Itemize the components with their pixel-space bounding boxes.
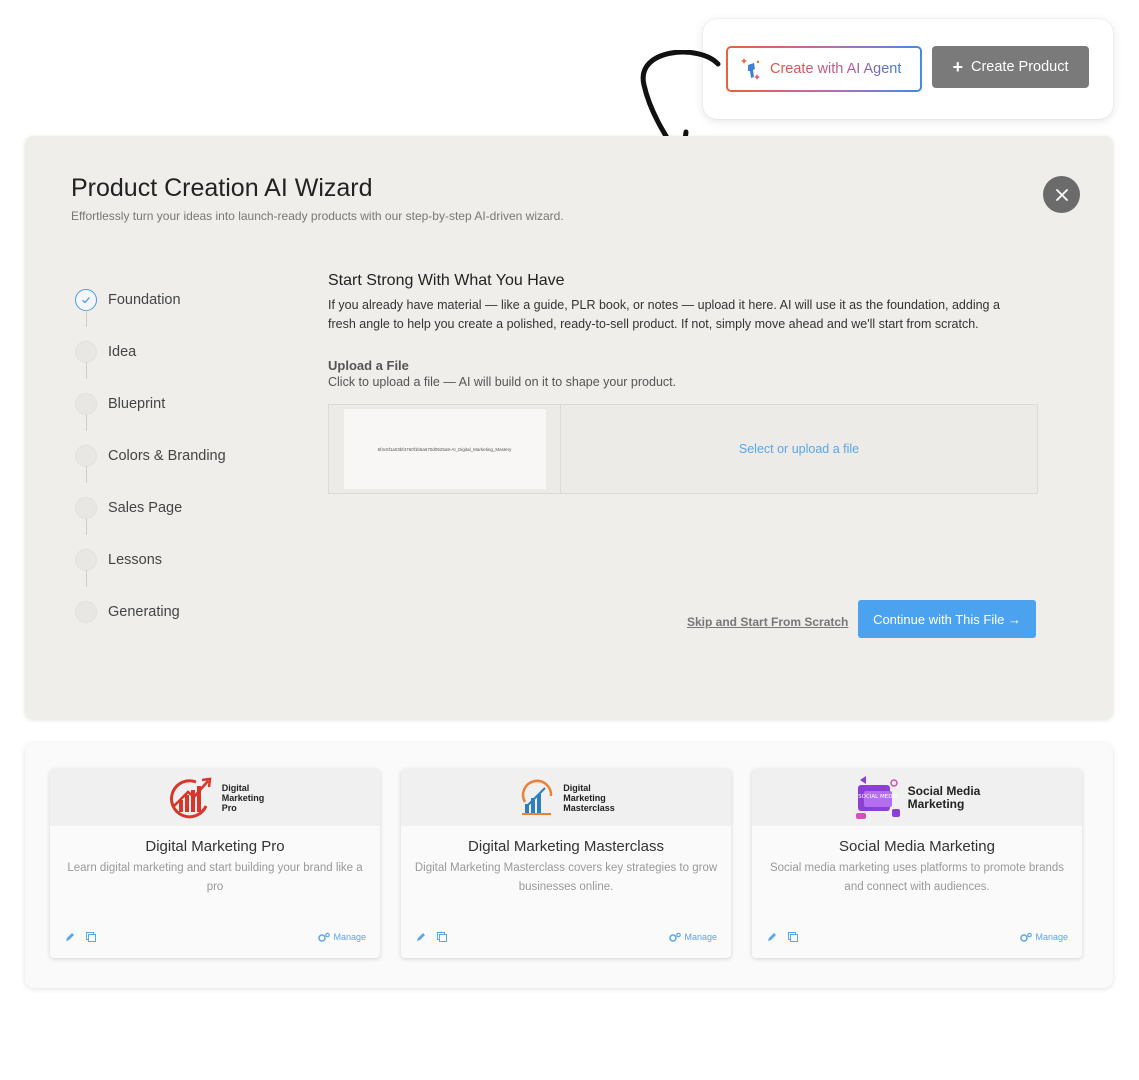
product-banner: SOCIAL MEDIA Social Media Marketing xyxy=(752,769,1082,826)
product-title: Digital Marketing Masterclass xyxy=(468,838,664,855)
product-card-digital-marketing-pro[interactable]: Digital Marketing Pro Digital Marketing … xyxy=(50,769,380,958)
step-label: Foundation xyxy=(108,292,181,308)
product-creation-wizard-modal: Product Creation AI Wizard Effortlessly … xyxy=(25,136,1113,719)
gears-icon xyxy=(318,932,331,942)
top-actions-panel: Create with AI Agent + Create Product xyxy=(703,19,1113,119)
svg-text:SOCIAL MEDIA: SOCIAL MEDIA xyxy=(858,794,898,800)
edit-pencil-icon[interactable] xyxy=(415,931,428,944)
product-title: Digital Marketing Pro xyxy=(145,838,285,855)
product-card-footer: Manage xyxy=(766,930,1068,944)
step-idea[interactable]: Idea xyxy=(75,326,226,379)
edit-pencil-icon[interactable] xyxy=(64,931,77,944)
step-colors-branding[interactable]: Colors & Branding xyxy=(75,430,226,483)
step-connector xyxy=(85,570,87,587)
step-generating[interactable]: Generating xyxy=(75,586,226,638)
step-label: Lessons xyxy=(108,552,163,568)
wizard-step-content: Start Strong With What You Have If you a… xyxy=(328,272,1038,494)
step-connector xyxy=(85,310,87,327)
product-banner: Digital Marketing Masterclass xyxy=(401,769,731,826)
step-circle-icon xyxy=(75,497,97,519)
create-with-ai-agent-button[interactable]: Create with AI Agent xyxy=(726,46,922,92)
social-media-marketing-logo-icon: SOCIAL MEDIA xyxy=(855,775,900,819)
duplicate-icon[interactable] xyxy=(85,931,98,944)
file-upload-dropzone[interactable]: 5f4c6f1a03bf4760f1b6a670d0525a9-AI_Digit… xyxy=(328,404,1038,494)
gears-icon xyxy=(669,932,682,942)
edit-pencil-icon[interactable] xyxy=(766,931,779,944)
skip-and-start-from-scratch-link[interactable]: Skip and Start From Scratch xyxy=(687,615,848,629)
digital-marketing-masterclass-logo-icon xyxy=(522,779,553,815)
step-circle-icon xyxy=(75,601,97,623)
step-sales-page[interactable]: Sales Page xyxy=(75,482,226,535)
select-or-upload-file-link[interactable]: Select or upload a file xyxy=(561,405,1037,493)
gears-icon xyxy=(1020,932,1033,942)
product-description: Learn digital marketing and start buildi… xyxy=(67,862,363,893)
wizard-title: Product Creation AI Wizard xyxy=(71,174,373,202)
file-preview: 5f4c6f1a03bf4760f1b6a670d0525a9-AI_Digit… xyxy=(329,405,561,493)
manage-button[interactable]: Manage xyxy=(318,932,366,942)
step-label: Idea xyxy=(108,344,137,360)
upload-section-title: Upload a File xyxy=(328,358,409,373)
product-title: Social Media Marketing xyxy=(839,838,995,855)
step-connector xyxy=(85,518,87,535)
product-card-social-media-marketing[interactable]: SOCIAL MEDIA Social Media Marketing Soci… xyxy=(752,769,1082,958)
step-circle-icon xyxy=(75,445,97,467)
product-banner: Digital Marketing Pro xyxy=(50,769,380,826)
step-label: Sales Page xyxy=(108,500,183,516)
close-icon xyxy=(1055,188,1068,201)
close-wizard-button[interactable] xyxy=(1043,176,1080,213)
upload-section-subtitle: Click to upload a file — AI will build o… xyxy=(328,375,677,389)
step-lessons[interactable]: Lessons xyxy=(75,534,226,587)
product-card-footer: Manage xyxy=(64,930,366,944)
manage-button[interactable]: Manage xyxy=(669,932,717,942)
step-connector xyxy=(85,362,87,379)
manage-label: Manage xyxy=(333,932,366,942)
step-label: Generating xyxy=(108,604,180,620)
product-card-digital-marketing-masterclass[interactable]: Digital Marketing Masterclass Digital Ma… xyxy=(401,769,731,958)
step-content-title: Start Strong With What You Have xyxy=(328,272,565,289)
step-circle-icon xyxy=(75,341,97,363)
step-connector xyxy=(85,466,87,483)
step-label: Blueprint xyxy=(108,396,166,412)
step-content-description: If you already have material — like a gu… xyxy=(328,298,1000,331)
step-foundation[interactable]: Foundation xyxy=(75,274,226,327)
product-description: Social media marketing uses platforms to… xyxy=(769,862,1065,893)
step-connector xyxy=(85,414,87,431)
manage-label: Manage xyxy=(684,932,717,942)
create-product-label: Create Product xyxy=(970,59,1069,75)
ai-agent-icon xyxy=(741,58,760,80)
product-logo-text: Digital Marketing Masterclass xyxy=(563,782,615,813)
product-logo-text: Social Media Marketing xyxy=(907,783,981,811)
manage-button[interactable]: Manage xyxy=(1020,932,1068,942)
wizard-subtitle: Effortlessly turn your ideas into launch… xyxy=(71,209,564,223)
duplicate-icon[interactable] xyxy=(787,931,800,944)
product-description: Digital Marketing Masterclass covers key… xyxy=(414,862,718,893)
file-preview-name: 5f4c6f1a03bf4760f1b6a670d0525a9-AI_Digit… xyxy=(343,409,546,489)
step-complete-check-icon xyxy=(75,289,97,311)
step-circle-icon xyxy=(75,549,97,571)
step-blueprint[interactable]: Blueprint xyxy=(75,378,226,431)
digital-marketing-pro-logo-icon xyxy=(169,777,212,818)
step-circle-icon xyxy=(75,393,97,415)
step-label: Colors & Branding xyxy=(108,448,226,464)
create-product-button[interactable]: + Create Product xyxy=(932,46,1089,88)
product-card-footer: Manage xyxy=(415,930,717,944)
wizard-steps: Foundation Idea Blueprint Colors & Brand… xyxy=(75,274,226,638)
products-panel: Digital Marketing Pro Digital Marketing … xyxy=(25,743,1113,988)
create-with-ai-agent-label: Create with AI Agent xyxy=(770,61,902,77)
manage-label: Manage xyxy=(1035,932,1068,942)
product-logo-text: Digital Marketing Pro xyxy=(221,782,265,813)
continue-with-this-file-button[interactable]: Continue with This File → xyxy=(858,600,1036,638)
plus-icon: + xyxy=(952,57,963,77)
duplicate-icon[interactable] xyxy=(436,931,449,944)
